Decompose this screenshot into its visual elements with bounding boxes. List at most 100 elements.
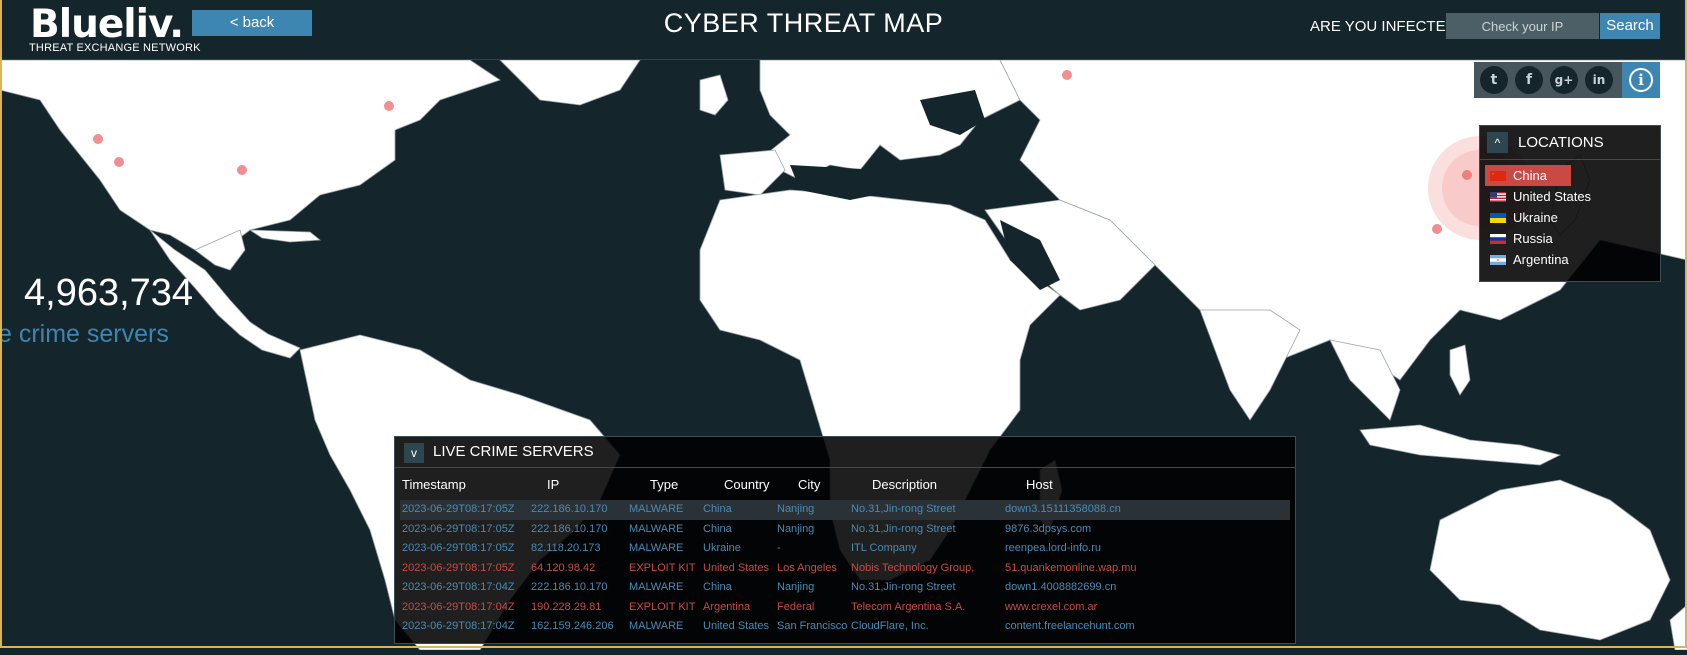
cell-country: United States: [703, 620, 770, 632]
cell-host: reenpea.lord-info.ru: [1005, 542, 1102, 554]
cell-type: MALWARE: [629, 620, 684, 632]
table-row[interactable]: 2023-06-29T08:17:04Z 162.159.246.206 MAL…: [395, 617, 1295, 637]
info-icon: i: [1629, 68, 1653, 92]
philippines-islands: [1449, 344, 1471, 396]
cell-description: No.31,Jin-rong Street: [851, 581, 956, 593]
cell-type: MALWARE: [629, 503, 684, 515]
cell-ip: 222.186.10.170: [531, 503, 608, 515]
threat-dot[interactable]: [237, 165, 247, 175]
cell-country: Ukraine: [703, 542, 741, 554]
cell-ip: 222.186.10.170: [531, 522, 608, 535]
cell-timestamp: 2023-06-29T08:17:04Z: [402, 581, 515, 593]
cell-country: United States: [703, 561, 770, 574]
column-header-host[interactable]: Host: [1026, 477, 1053, 492]
facebook-icon[interactable]: f: [1515, 66, 1543, 94]
india-landmass: [1199, 309, 1301, 421]
location-item-argentina[interactable]: Argentina: [1485, 249, 1569, 270]
cell-city: Federal: [777, 600, 815, 613]
argentina-flag-icon: [1490, 255, 1506, 265]
live-crime-servers-title: LIVE CRIME SERVERS: [433, 443, 594, 460]
location-item-china[interactable]: China: [1485, 165, 1571, 186]
twitter-icon[interactable]: t: [1480, 66, 1508, 94]
table-header: Timestamp IP Type Country City Descripti…: [395, 468, 1295, 496]
cell-description: CloudFlare, Inc.: [851, 620, 929, 632]
us-flag-icon: [1490, 192, 1506, 202]
threat-dot[interactable]: [114, 157, 124, 167]
cell-type: MALWARE: [629, 522, 684, 535]
location-label: Argentina: [1513, 252, 1569, 267]
new-zealand-islands: [1669, 604, 1687, 651]
cell-ip: 162.159.246.206: [531, 620, 614, 632]
russia-flag-icon: [1490, 234, 1506, 244]
cell-timestamp: 2023-06-29T08:17:05Z: [402, 542, 515, 554]
china-flag-icon: [1490, 171, 1506, 181]
threat-dot[interactable]: [1462, 170, 1472, 180]
greenland-landmass: [499, 59, 641, 106]
location-item-russia[interactable]: Russia: [1485, 228, 1568, 249]
threat-dot[interactable]: [93, 134, 103, 144]
column-header-description[interactable]: Description: [872, 477, 937, 492]
cell-description: ITL Company: [851, 542, 917, 554]
cell-host: 51.quankemonline.wap.mu: [1005, 561, 1137, 574]
threat-dot[interactable]: [1432, 224, 1442, 234]
column-header-city[interactable]: City: [798, 477, 820, 492]
indonesia-islands: [1359, 424, 1562, 466]
location-label: Russia: [1513, 231, 1553, 246]
cell-ip: 190.228.29.81: [531, 600, 602, 613]
info-button[interactable]: i: [1622, 62, 1660, 98]
table-row[interactable]: 2023-06-29T08:17:05Z 222.186.10.170 MALW…: [400, 500, 1290, 520]
live-crime-servers-panel: v LIVE CRIME SERVERS Timestamp IP Type C…: [394, 436, 1296, 644]
locations-title: LOCATIONS: [1518, 134, 1604, 151]
ip-check-input[interactable]: [1446, 13, 1599, 39]
table-body: 2023-06-29T08:17:05Z 222.186.10.170 MALW…: [395, 500, 1295, 637]
cell-country: Argentina: [703, 600, 751, 613]
threat-dot[interactable]: [384, 101, 394, 111]
cell-description: No.31,Jin-rong Street: [851, 503, 956, 515]
chevron-down-icon[interactable]: v: [404, 443, 424, 463]
cell-city: Los Angeles: [777, 561, 837, 574]
cell-type: EXPLOIT KIT: [629, 561, 696, 574]
location-item-united-states[interactable]: United States: [1485, 186, 1591, 207]
logo-subtitle: THREAT EXCHANGE NETWORK: [29, 42, 201, 54]
column-header-ip[interactable]: IP: [547, 477, 559, 492]
cell-city: San Francisco: [777, 620, 848, 632]
cell-timestamp: 2023-06-29T08:17:05Z: [402, 503, 515, 515]
cell-timestamp: 2023-06-29T08:17:05Z: [402, 561, 515, 574]
locations-header: ^ LOCATIONS: [1480, 126, 1660, 160]
top-header: Blueliv. THREAT EXCHANGE NETWORK < back …: [0, 0, 1687, 60]
column-header-type[interactable]: Type: [650, 477, 678, 492]
cell-type: EXPLOIT KIT: [629, 600, 696, 613]
cell-city: -: [777, 542, 781, 554]
cell-description: No.31,Jin-rong Street: [851, 522, 956, 535]
table-row[interactable]: 2023-06-29T08:17:05Z 82.118.20.173 MALWA…: [395, 539, 1295, 559]
chevron-up-icon[interactable]: ^: [1487, 132, 1508, 153]
cell-ip: 222.186.10.170: [531, 581, 608, 593]
locations-list: China United States Ukraine Russia Argen…: [1480, 160, 1660, 270]
table-row[interactable]: 2023-06-29T08:17:05Z 222.186.10.170 MALW…: [395, 520, 1295, 540]
locations-panel: ^ LOCATIONS China United States Ukraine …: [1479, 125, 1661, 282]
location-item-ukraine[interactable]: Ukraine: [1485, 207, 1568, 228]
cell-city: Nanjing: [777, 503, 815, 515]
cell-timestamp: 2023-06-29T08:17:04Z: [402, 600, 515, 613]
google-plus-icon[interactable]: g+: [1550, 66, 1578, 94]
cuba-island: [248, 229, 322, 243]
australia-landmass: [1429, 479, 1671, 641]
cell-description: Nobis Technology Group,: [851, 561, 975, 574]
infected-label: ARE YOU INFECTED?: [1310, 18, 1465, 35]
column-header-country[interactable]: Country: [724, 477, 770, 492]
live-crime-servers-header: v LIVE CRIME SERVERS: [395, 437, 1295, 468]
table-row[interactable]: 2023-06-29T08:17:04Z 190.228.29.81 EXPLO…: [395, 598, 1295, 618]
column-header-timestamp[interactable]: Timestamp: [402, 477, 466, 492]
cell-timestamp: 2023-06-29T08:17:04Z: [402, 620, 515, 632]
cell-host: down3.15111358088.cn: [1005, 503, 1121, 515]
uk-island: [699, 74, 729, 116]
search-button[interactable]: Search: [1600, 13, 1660, 39]
cell-city: Nanjing: [777, 581, 815, 593]
cell-host: down1.4008882699.cn: [1005, 581, 1117, 593]
threat-dot[interactable]: [1062, 70, 1072, 80]
table-row[interactable]: 2023-06-29T08:17:04Z 222.186.10.170 MALW…: [395, 578, 1295, 598]
crime-servers-label: e crime servers: [0, 320, 169, 348]
cell-type: MALWARE: [629, 542, 684, 554]
table-row[interactable]: 2023-06-29T08:17:05Z 64.120.98.42 EXPLOI…: [395, 559, 1295, 579]
linkedin-icon[interactable]: in: [1585, 66, 1613, 94]
